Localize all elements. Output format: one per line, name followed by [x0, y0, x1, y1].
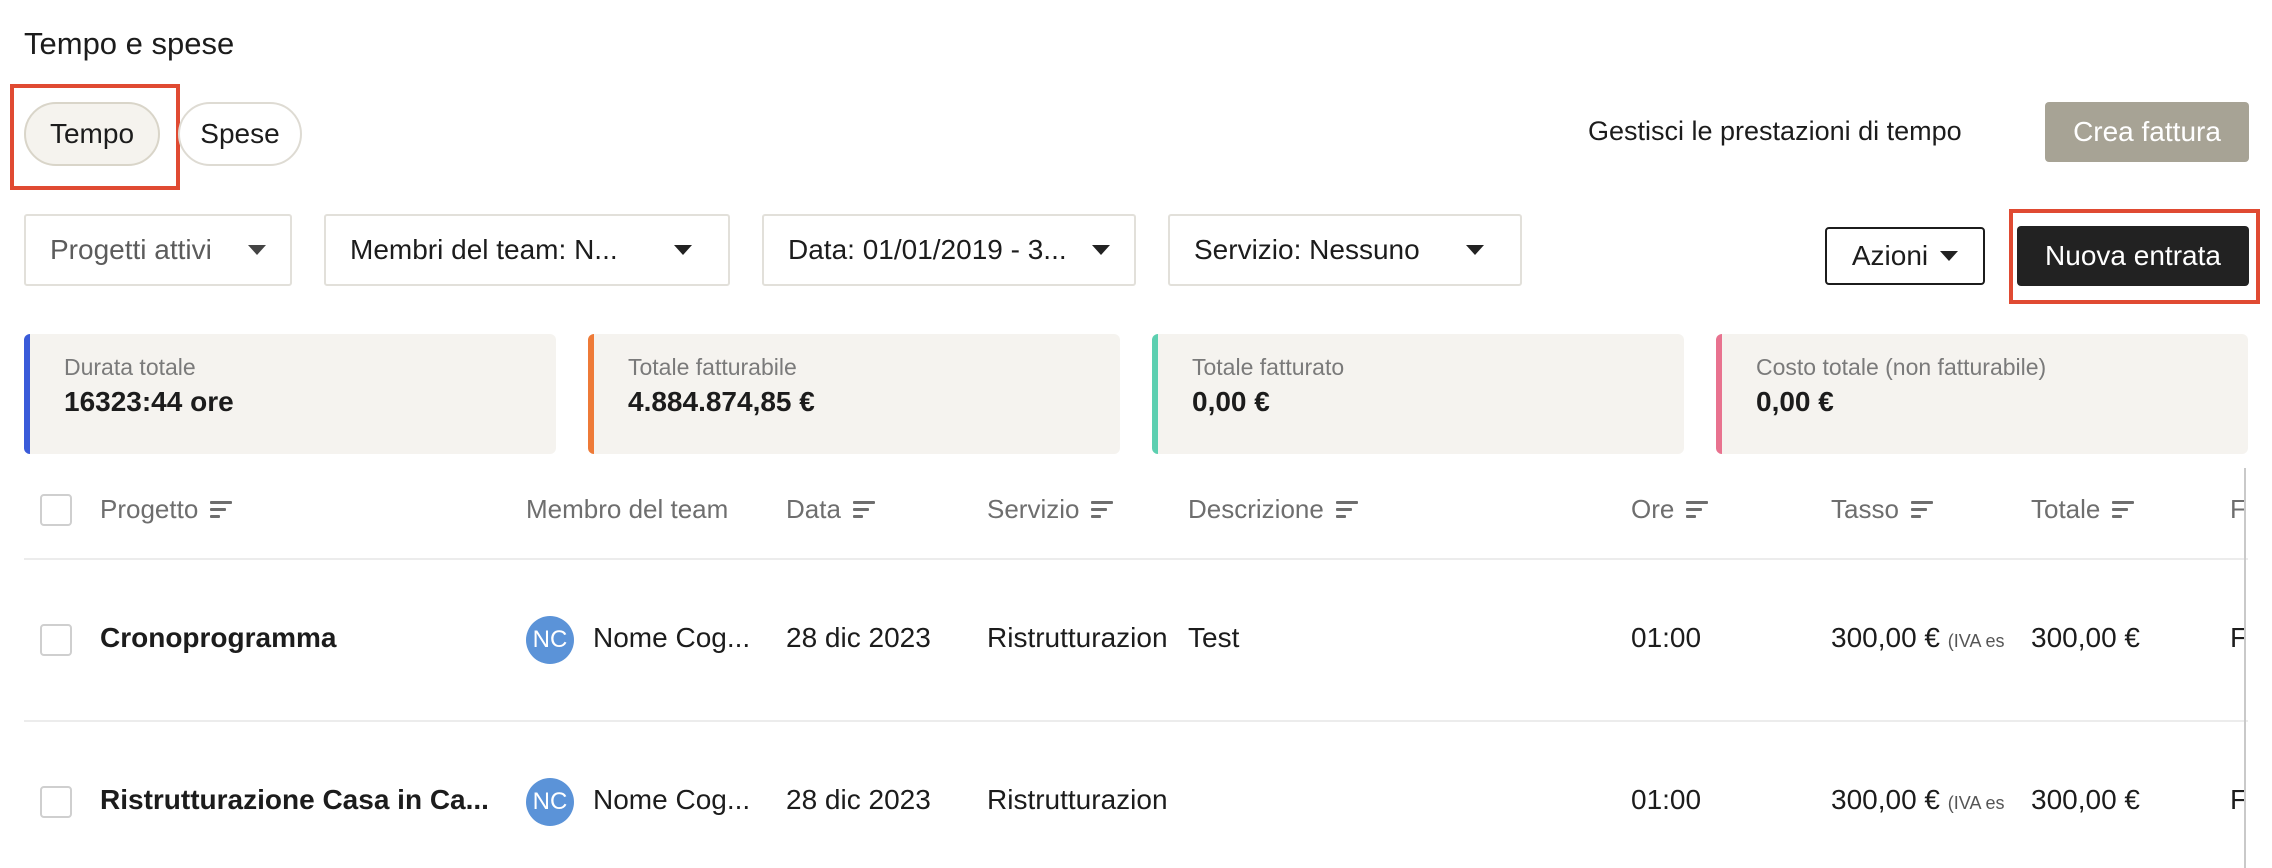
date-cell: 28 dic 2023: [786, 784, 931, 815]
vat-note: (IVA es: [1947, 631, 2005, 651]
table-scroll-edge: [2244, 468, 2246, 868]
chevron-down-icon: [674, 245, 692, 255]
stat-label: Costo totale (non fatturabile): [1756, 354, 2047, 380]
hours-cell: 01:00: [1631, 622, 1702, 653]
chevron-down-icon: [1940, 251, 1959, 261]
column-header-label: Totale: [2031, 494, 2101, 524]
actions-button-label: Azioni: [1851, 240, 1929, 271]
projects-filter-label: Progetti attivi: [50, 234, 212, 265]
column-header-label: Descrizione: [1188, 494, 1324, 524]
create-invoice-button[interactable]: Crea fattura: [2045, 102, 2249, 162]
stat-value: 0,00 €: [1192, 386, 1270, 417]
new-entry-button[interactable]: Nuova entrata: [2017, 226, 2249, 286]
chevron-down-icon: [248, 245, 266, 255]
team-members-filter[interactable]: Membri del team: N...: [324, 214, 730, 286]
stat-total-cost: Costo totale (non fatturabile) 0,00 €: [1716, 334, 2248, 454]
sort-icon: [852, 501, 875, 518]
select-all-checkbox[interactable]: [40, 494, 72, 526]
column-header-total[interactable]: Totale: [2031, 494, 2135, 525]
table-row[interactable]: Cronoprogramma NC Nome Cog... 28 dic 202…: [24, 560, 2248, 722]
projects-filter[interactable]: Progetti attivi: [24, 214, 292, 286]
stat-accent-bar: [588, 334, 594, 454]
row-checkbox[interactable]: [40, 624, 72, 656]
vat-note: (IVA es: [1947, 793, 2005, 813]
description-cell: Test: [1188, 622, 1240, 653]
rate-value: 300,00 €: [1831, 622, 1940, 653]
avatar: NC: [526, 616, 574, 664]
member-cell: Nome Cog...: [593, 622, 751, 653]
column-header-description[interactable]: Descrizione: [1188, 494, 1358, 525]
stat-label: Durata totale: [64, 354, 196, 380]
page-title: Tempo e spese: [24, 26, 235, 61]
time-entries-table: Progetto Membro del team Data Servizio D…: [24, 468, 2248, 868]
column-header-team-member[interactable]: Membro del team: [526, 494, 728, 525]
table-header-row: Progetto Membro del team Data Servizio D…: [24, 468, 2248, 560]
column-header-service[interactable]: Servizio: [987, 494, 1114, 525]
service-cell: Ristrutturazion: [987, 622, 1168, 653]
chevron-down-icon: [1466, 245, 1484, 255]
rate-value: 300,00 €: [1831, 784, 1940, 815]
project-cell[interactable]: Ristrutturazione Casa in Ca...: [100, 784, 500, 816]
service-cell: Ristrutturazion: [987, 784, 1168, 815]
stat-total-duration: Durata totale 16323:44 ore: [24, 334, 556, 454]
column-header-project[interactable]: Progetto: [100, 494, 233, 525]
stat-accent-bar: [1152, 334, 1158, 454]
member-cell: Nome Cog...: [593, 784, 751, 815]
service-filter[interactable]: Servizio: Nessuno: [1168, 214, 1522, 286]
stat-total-invoiced: Totale fatturato 0,00 €: [1152, 334, 1684, 454]
date-cell: 28 dic 2023: [786, 622, 931, 653]
sort-icon: [1686, 501, 1709, 518]
service-filter-label: Servizio: Nessuno: [1194, 234, 1420, 265]
stat-accent-bar: [24, 334, 30, 454]
rate-cell: 300,00 € (IVA es: [1831, 622, 2017, 654]
date-filter[interactable]: Data: 01/01/2019 - 3...: [762, 214, 1136, 286]
table-row[interactable]: Ristrutturazione Casa in Ca... NC Nome C…: [24, 722, 2248, 868]
team-members-filter-label: Membri del team: N...: [350, 234, 618, 265]
project-cell[interactable]: Cronoprogramma: [100, 622, 500, 654]
stat-label: Totale fatturabile: [628, 354, 797, 380]
date-filter-label: Data: 01/01/2019 - 3...: [788, 234, 1067, 265]
sort-icon: [1335, 501, 1358, 518]
rate-cell: 300,00 € (IVA es: [1831, 784, 2017, 816]
column-header-label: Tasso: [1831, 494, 1899, 524]
sort-icon: [1091, 501, 1114, 518]
sort-icon: [1910, 501, 1933, 518]
column-header-label: Progetto: [100, 494, 199, 524]
total-cell: 300,00 €: [2031, 622, 2140, 653]
sort-icon: [210, 501, 233, 518]
total-cell: 300,00 €: [2031, 784, 2140, 815]
manage-time-link[interactable]: Gestisci le prestazioni di tempo: [1588, 116, 1962, 147]
column-header-hours[interactable]: Ore: [1631, 494, 1709, 525]
column-header-date[interactable]: Data: [786, 494, 875, 525]
chevron-down-icon: [1092, 245, 1110, 255]
column-header-label: Data: [786, 494, 841, 524]
column-header-label: Ore: [1631, 494, 1675, 524]
stat-total-billable: Totale fatturabile 4.884.874,85 €: [588, 334, 1120, 454]
sort-icon: [2112, 501, 2135, 518]
column-header-label: Membro del team: [526, 494, 729, 524]
stat-value: 16323:44 ore: [64, 386, 234, 417]
avatar: NC: [526, 778, 574, 826]
tab-tempo[interactable]: Tempo: [24, 102, 160, 166]
stat-accent-bar: [1716, 334, 1722, 454]
stat-value: 4.884.874,85 €: [628, 386, 815, 417]
stat-value: 0,00 €: [1756, 386, 1834, 417]
column-header-label: Servizio: [987, 494, 1080, 524]
tab-spese[interactable]: Spese: [178, 102, 302, 166]
stat-label: Totale fatturato: [1192, 354, 1345, 380]
hours-cell: 01:00: [1631, 784, 1702, 815]
actions-button[interactable]: Azioni: [1825, 227, 1985, 285]
row-checkbox[interactable]: [40, 786, 72, 818]
column-header-rate[interactable]: Tasso: [1831, 494, 1933, 525]
